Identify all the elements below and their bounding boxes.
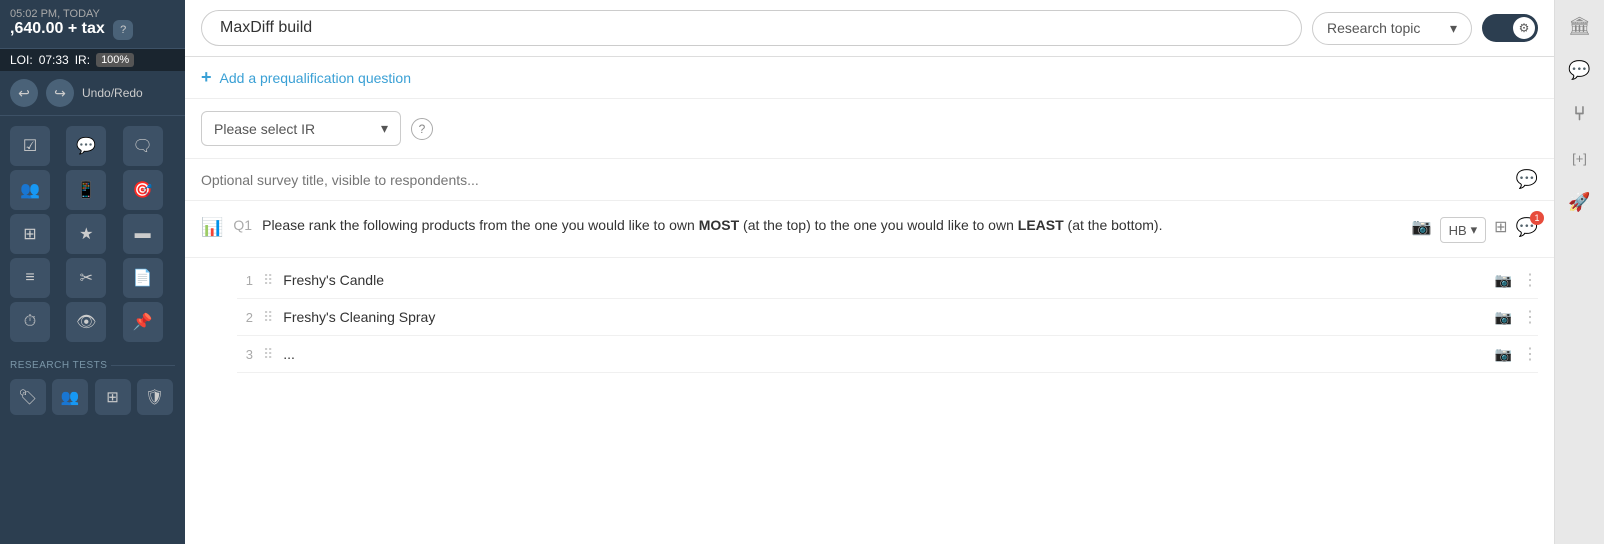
optional-title-bar: 💬	[185, 159, 1554, 201]
sidebar-top: 05:02 PM, TODAY ,640.00 + tax ?	[0, 0, 185, 49]
add-prequal-button[interactable]: +	[201, 67, 212, 88]
research-icon-grid: 🏷 👥 ⊞ 🛡	[0, 375, 185, 419]
comment-panel-icon[interactable]: 💬	[1562, 52, 1598, 88]
list-item: 2 ⠿ Freshy's Cleaning Spray 📷 ⋮	[237, 299, 1538, 336]
slider-icon[interactable]: ▬	[123, 214, 163, 254]
question-comment-wrapper: 💬 1	[1516, 217, 1538, 238]
optional-title-input[interactable]	[201, 172, 1516, 188]
list-item: 1 ⠿ Freshy's Candle 📷 ⋮	[237, 262, 1538, 299]
price-display: ,640.00 + tax ?	[10, 20, 175, 40]
timer-icon[interactable]: ⏱	[10, 302, 50, 342]
shield-icon[interactable]: 🛡	[137, 379, 173, 415]
loi-value: 07:33	[39, 53, 69, 67]
tool-icon-grid: ☑ 💬 🗨 👥 📱 🎯 ⊞ ★ ▬ ≡ ✂ 📄 ⏱ 👁 📌	[0, 116, 185, 352]
question-text-part2: (at the top) to the one you would like t…	[739, 217, 1018, 233]
document-icon[interactable]: 📄	[123, 258, 163, 298]
loi-label: LOI:	[10, 53, 33, 67]
add-prequal-text[interactable]: Add a prequalification question	[220, 70, 411, 86]
question-row-q1: 📊 Q1 Please rank the following products …	[185, 201, 1554, 258]
ir-select-bar: Please select IR ▾ ?	[185, 99, 1554, 159]
question-area: 📊 Q1 Please rank the following products …	[185, 201, 1554, 544]
left-sidebar: 05:02 PM, TODAY ,640.00 + tax ? LOI: 07:…	[0, 0, 185, 544]
checkbox-icon[interactable]: ☑	[10, 126, 50, 166]
drag-handle-icon[interactable]: ⠿	[263, 272, 273, 289]
gear-icon: ⚙	[1513, 17, 1535, 39]
ir-select-dropdown[interactable]: Please select IR ▾	[201, 111, 401, 146]
ir-help-icon[interactable]: ?	[411, 118, 433, 140]
loi-row: LOI: 07:33 IR: 100%	[0, 49, 185, 71]
list-icon[interactable]: ≡	[10, 258, 50, 298]
drag-handle-icon[interactable]: ⠿	[263, 309, 273, 326]
ir-dropdown-chevron-icon: ▾	[381, 120, 388, 137]
question-text-part1: Please rank the following products from …	[262, 217, 699, 233]
survey-title-input[interactable]	[201, 10, 1302, 46]
hb-chevron-icon: ▾	[1471, 222, 1478, 238]
item-number: 3	[237, 347, 253, 362]
item-options-icon[interactable]: ⋮	[1522, 270, 1538, 290]
ir-select-placeholder: Please select IR	[214, 121, 315, 137]
right-panel: 🏛 💬 ⑂ [+] 🚀	[1554, 0, 1604, 544]
ir-value: 100%	[96, 53, 134, 67]
drag-handle-icon[interactable]: ⠿	[263, 346, 273, 363]
grid-research-icon[interactable]: ⊞	[95, 379, 131, 415]
undo-redo-label: Undo/Redo	[82, 86, 143, 100]
target-icon[interactable]: 🎯	[123, 170, 163, 210]
tag-icon[interactable]: 🏷	[10, 379, 46, 415]
prequal-bar: + Add a prequalification question	[185, 57, 1554, 99]
redo-button[interactable]: ↪	[46, 79, 74, 107]
optional-title-comment-icon[interactable]: 💬	[1516, 169, 1538, 190]
audience-icon[interactable]: 👥	[10, 170, 50, 210]
research-topic-dropdown[interactable]: Research topic ▾	[1312, 12, 1472, 45]
star-icon[interactable]: ★	[66, 214, 106, 254]
expand-icon[interactable]: [+]	[1562, 140, 1598, 176]
item-camera-icon[interactable]: 📷	[1495, 272, 1512, 289]
question-text: Please rank the following products from …	[262, 215, 1402, 236]
items-list: 1 ⠿ Freshy's Candle 📷 ⋮ 2 ⠿ Freshy's Cle…	[185, 258, 1554, 377]
item-text: Freshy's Cleaning Spray	[283, 309, 1484, 325]
scissors-icon[interactable]: ✂	[66, 258, 106, 298]
speech-icon[interactable]: 🗨	[123, 126, 163, 166]
building-icon[interactable]: 🏛	[1562, 8, 1598, 44]
question-number: Q1	[233, 217, 252, 233]
item-camera-icon[interactable]: 📷	[1495, 309, 1512, 326]
question-text-part3: (at the bottom).	[1064, 217, 1163, 233]
pin-icon[interactable]: 📌	[123, 302, 163, 342]
item-text: ...	[283, 346, 1484, 362]
rocket-icon[interactable]: 🚀	[1562, 184, 1598, 220]
settings-toggle[interactable]: ⚙	[1482, 14, 1538, 42]
undo-redo-bar: ↩ ↪ Undo/Redo	[0, 71, 185, 116]
comment-badge: 1	[1530, 211, 1544, 225]
research-tests-label: RESEARCH TESTS	[0, 352, 185, 375]
users-research-icon[interactable]: 👥	[52, 379, 88, 415]
grid-options-icon[interactable]: ⊞	[1494, 217, 1507, 237]
eye-off-icon[interactable]: 👁	[66, 302, 106, 342]
item-options-icon[interactable]: ⋮	[1522, 307, 1538, 327]
timestamp: 05:02 PM, TODAY	[10, 8, 175, 20]
price-help-icon[interactable]: ?	[113, 20, 133, 40]
item-number: 2	[237, 310, 253, 325]
hb-label: HB	[1449, 223, 1467, 238]
chat-bubble-icon[interactable]: 💬	[66, 126, 106, 166]
price-value: ,640.00 + tax	[10, 20, 105, 37]
question-chart-icon: 📊	[201, 217, 223, 238]
fork-icon[interactable]: ⑂	[1562, 96, 1598, 132]
top-bar: Research topic ▾ ⚙	[185, 0, 1554, 57]
question-text-bold2: LEAST	[1018, 217, 1064, 233]
ir-label: IR:	[75, 53, 90, 67]
question-camera-icon[interactable]: 📷	[1412, 217, 1432, 237]
question-text-bold1: MOST	[699, 217, 739, 233]
hb-dropdown[interactable]: HB ▾	[1440, 217, 1487, 243]
table-icon[interactable]: ⊞	[10, 214, 50, 254]
main-content: Research topic ▾ ⚙ + Add a prequalificat…	[185, 0, 1554, 544]
research-topic-chevron-icon: ▾	[1450, 20, 1457, 37]
item-camera-icon[interactable]: 📷	[1495, 346, 1512, 363]
undo-button[interactable]: ↩	[10, 79, 38, 107]
item-number: 1	[237, 273, 253, 288]
mobile-icon[interactable]: 📱	[66, 170, 106, 210]
list-item: 3 ⠿ ... 📷 ⋮	[237, 336, 1538, 373]
item-options-icon[interactable]: ⋮	[1522, 344, 1538, 364]
item-text: Freshy's Candle	[283, 272, 1484, 288]
research-topic-label: Research topic	[1327, 20, 1420, 36]
question-controls: 📷 HB ▾ ⊞ 💬 1	[1412, 217, 1538, 243]
